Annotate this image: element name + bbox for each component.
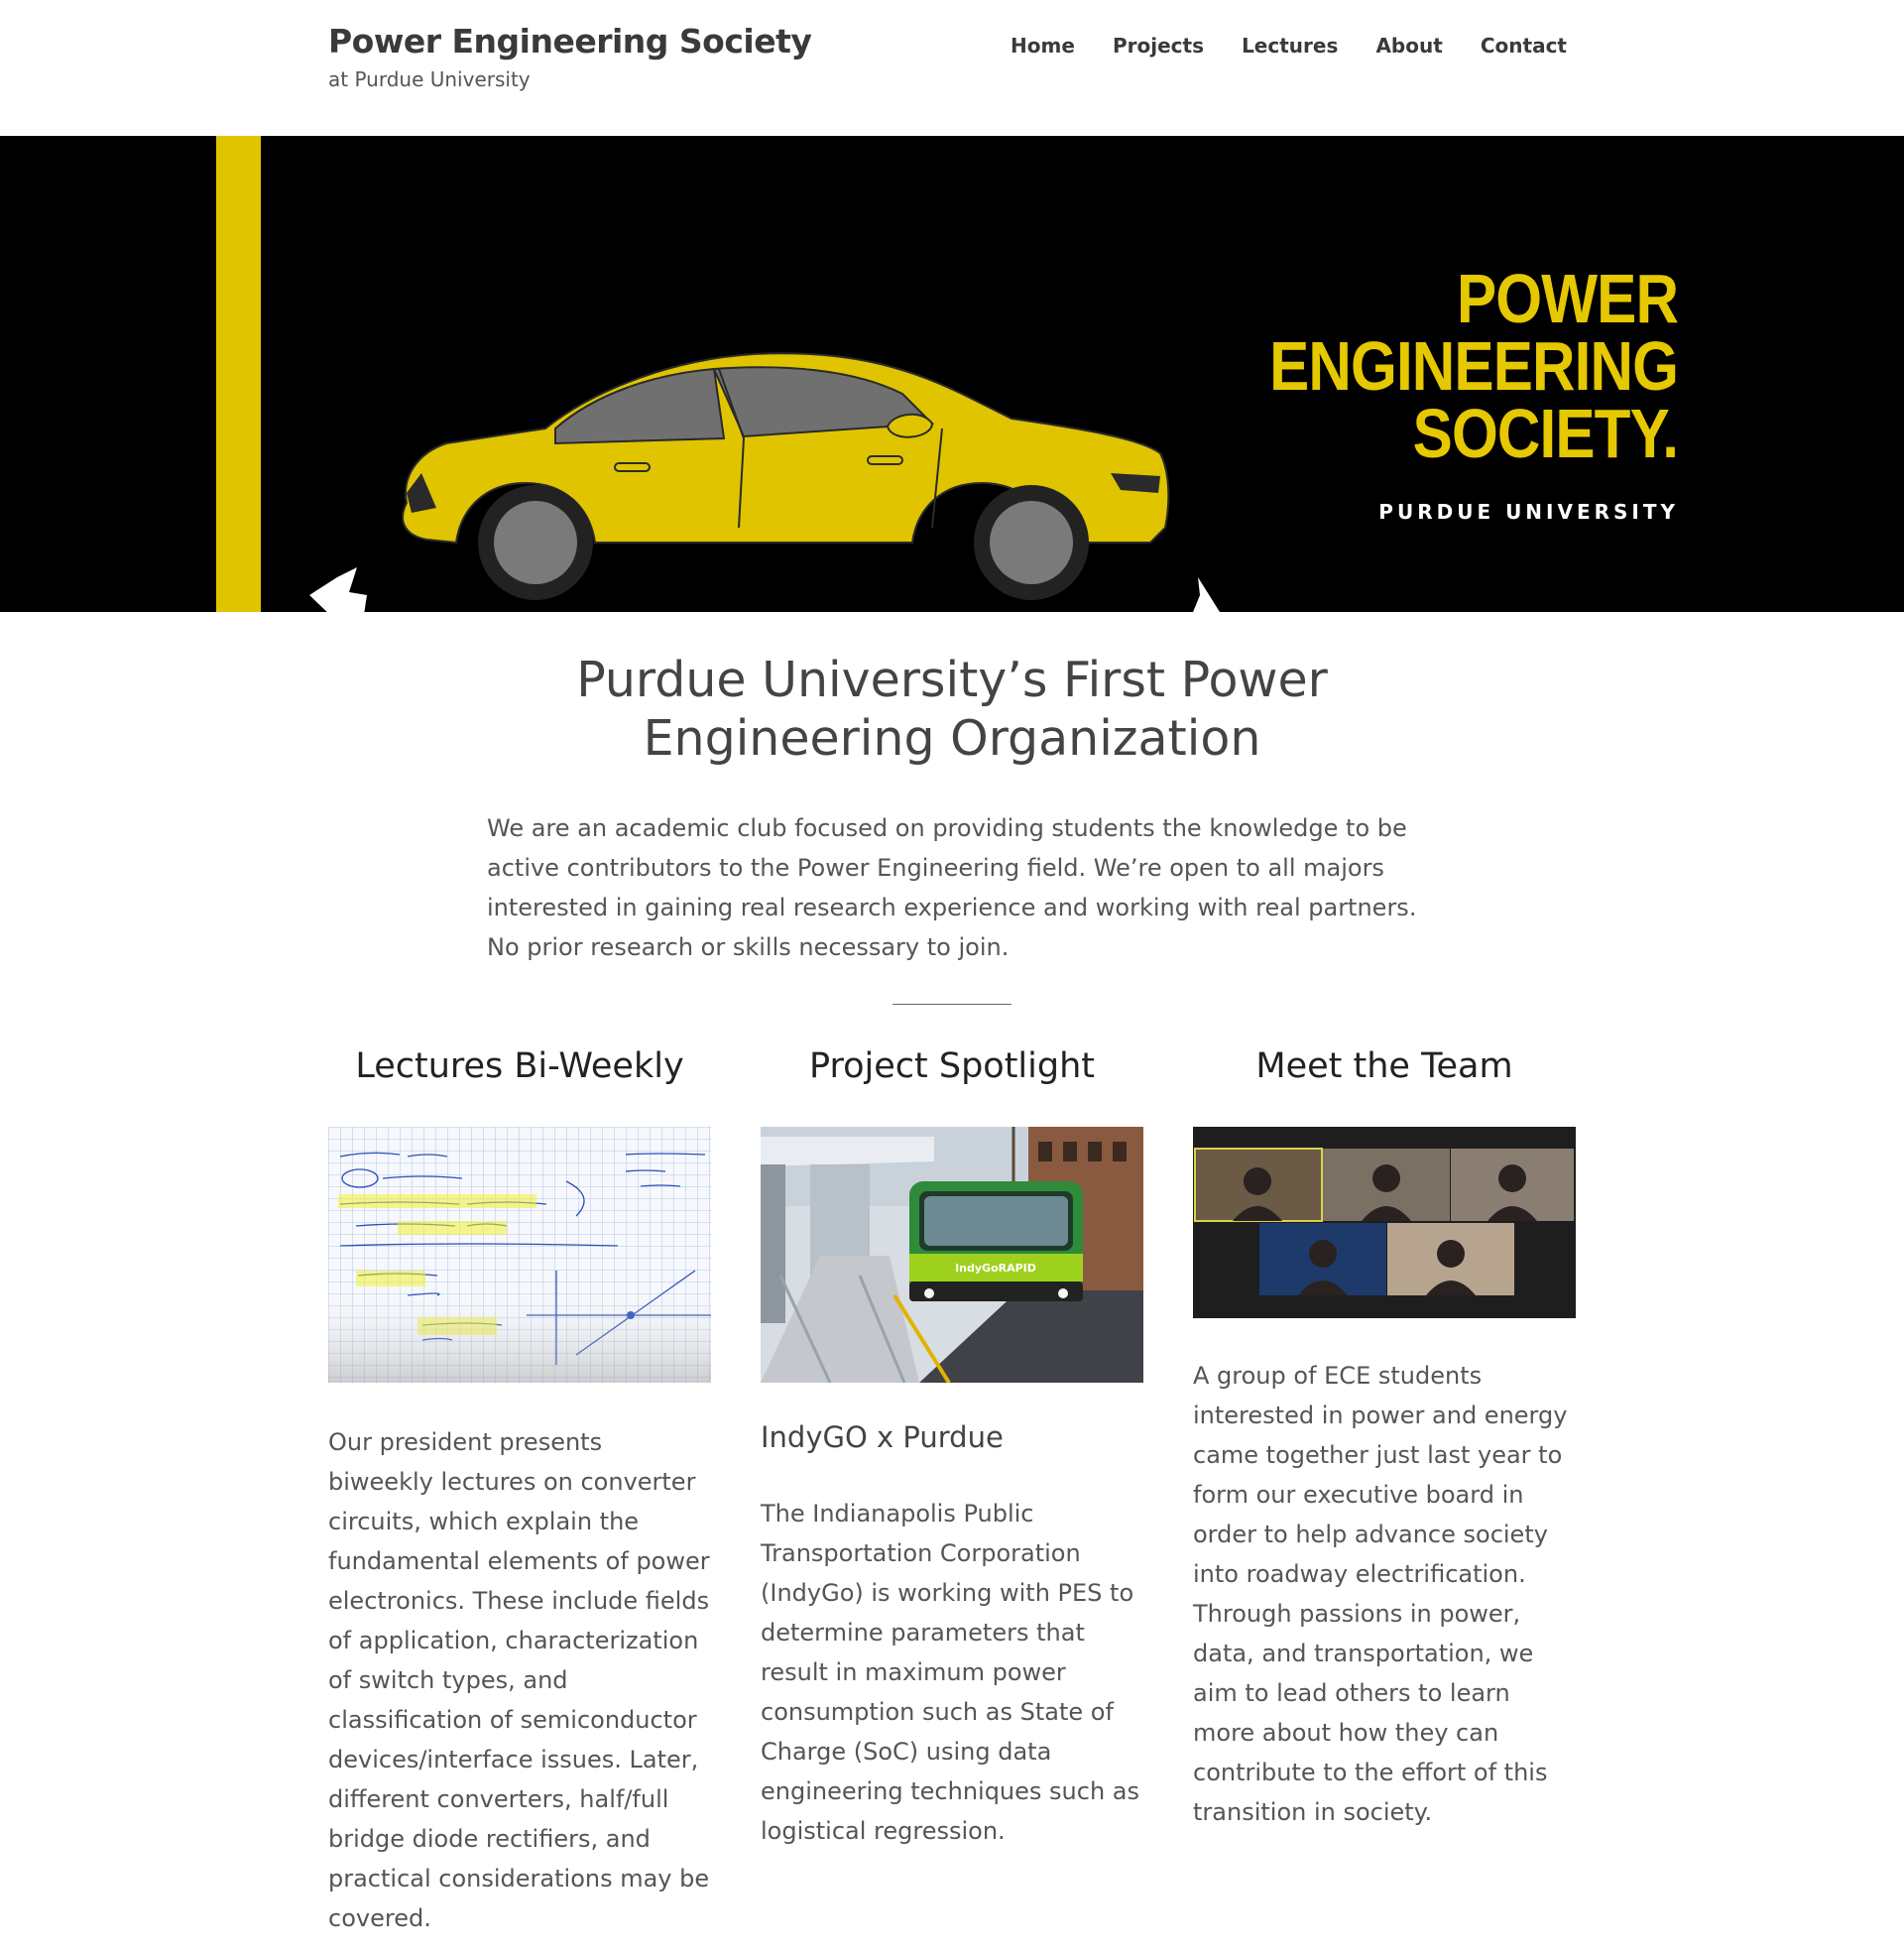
site-header: Power Engineering Society at Purdue Univ… <box>0 0 1904 136</box>
nav-contact[interactable]: Contact <box>1481 34 1567 58</box>
section-divider <box>892 1004 1012 1005</box>
indygo-bus-image: IndyGoRAPID <box>761 1127 1143 1383</box>
bus: IndyGoRAPID <box>909 1181 1083 1301</box>
lectures-heading: Lectures Bi-Weekly <box>355 1046 684 1086</box>
project-heading: Project Spotlight <box>808 1046 1095 1086</box>
project-subtitle: IndyGO x Purdue <box>761 1420 1004 1454</box>
hero-banner: POWER ENGINEERING SOCIETY. PURDUE UNIVER… <box>0 136 1904 612</box>
hero-title: POWER ENGINEERING SOCIETY. <box>1268 260 1679 472</box>
main-nav: Home Projects Lectures About Contact <box>1011 34 1567 58</box>
team-video-call-image <box>1193 1127 1576 1318</box>
hero-yellow-stripe <box>216 136 261 612</box>
project-column: Project Spotlight IndyGoRAPID IndyGO x P… <box>761 1041 1143 1851</box>
nav-about[interactable]: About <box>1375 34 1442 58</box>
nav-home[interactable]: Home <box>1011 34 1075 58</box>
intro-heading: Purdue University’s First Power Engineer… <box>576 652 1328 767</box>
handwritten-notes-image <box>328 1127 711 1383</box>
car-illustration <box>309 352 1220 612</box>
intro-text: We are an academic club focused on provi… <box>487 814 1417 961</box>
site-title[interactable]: Power Engineering Society <box>328 22 812 61</box>
lectures-text: Our president presents biweekly lectures… <box>328 1428 710 1932</box>
team-column: Meet the Team A group of ECE students in… <box>1193 1041 1576 1832</box>
team-text: A group of ECE students interested in po… <box>1193 1362 1568 1826</box>
nav-lectures[interactable]: Lectures <box>1242 34 1338 58</box>
site-tagline: at Purdue University <box>328 67 531 91</box>
nav-projects[interactable]: Projects <box>1113 34 1204 58</box>
hero-title-line: POWER <box>1456 260 1679 337</box>
lightning-bolt-left-icon <box>309 567 367 612</box>
lectures-column: Lectures Bi-Weekly Our president present… <box>328 1041 711 1938</box>
lightning-bolt-right-icon <box>1193 577 1220 612</box>
svg-text:IndyGoRAPID: IndyGoRAPID <box>955 1262 1036 1275</box>
team-heading: Meet the Team <box>1255 1046 1513 1086</box>
hero-title-line: ENGINEERING <box>1268 327 1679 405</box>
hero-title-line: SOCIETY. <box>1412 395 1679 472</box>
hero-subtitle: PURDUE UNIVERSITY <box>1378 500 1679 524</box>
project-text: The Indianapolis Public Transportation C… <box>761 1500 1139 1845</box>
